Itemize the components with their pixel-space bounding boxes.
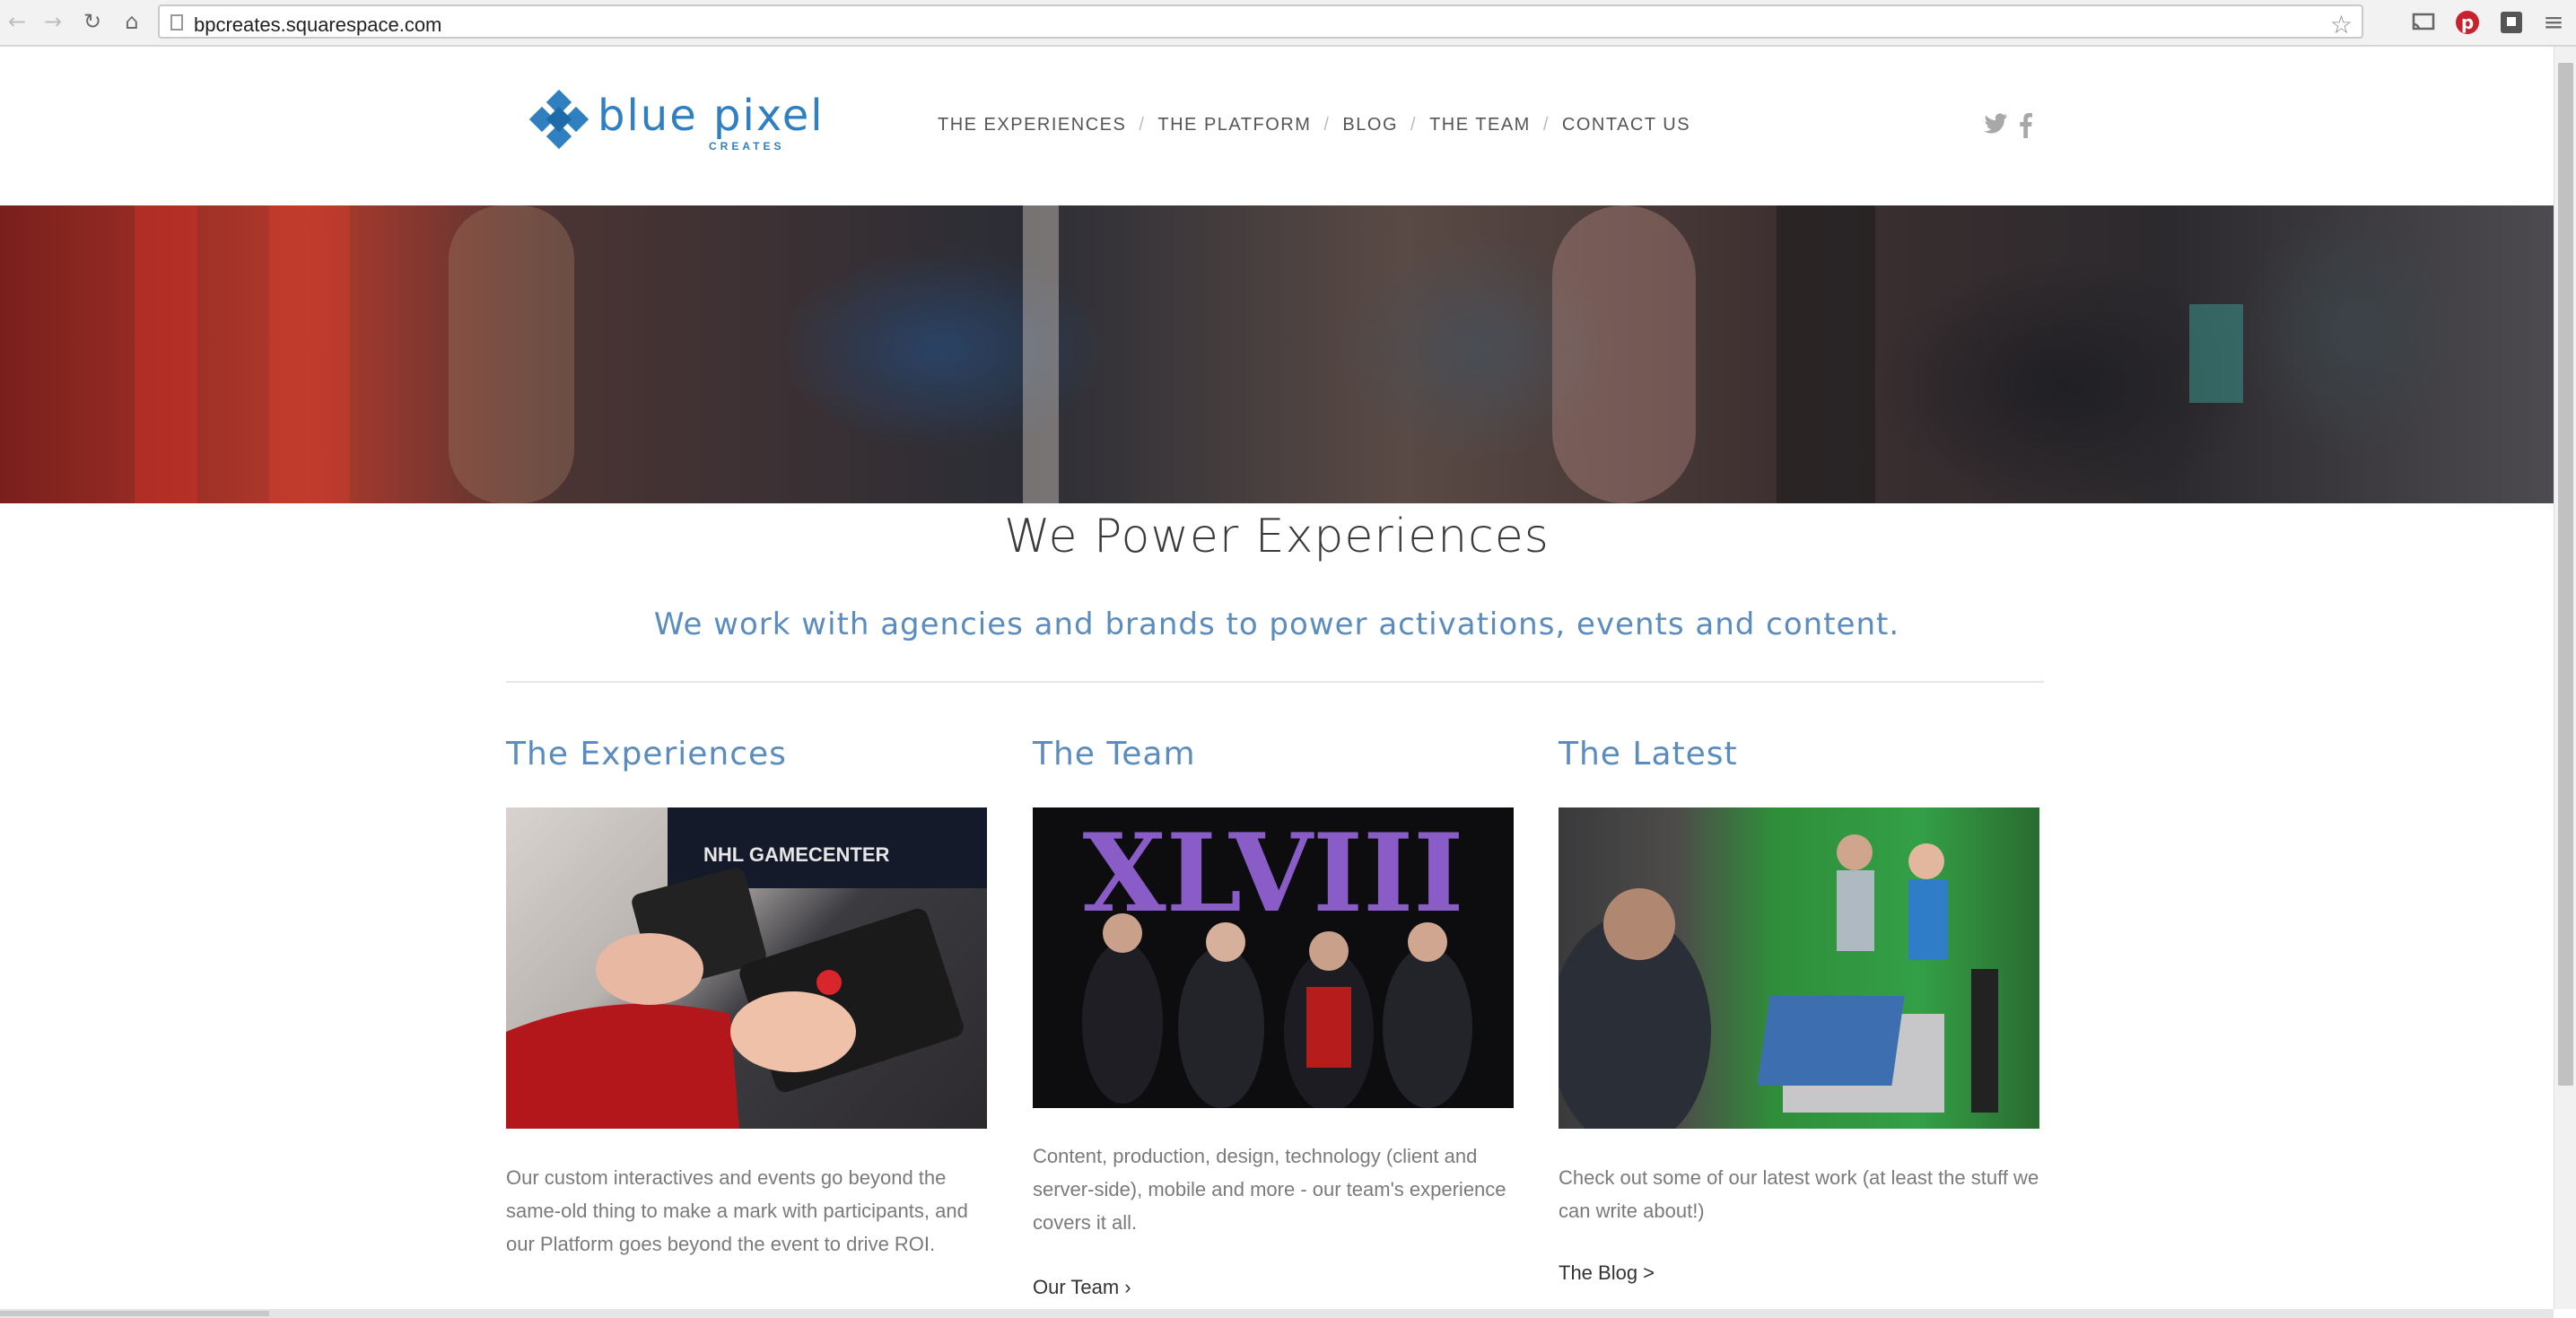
logo-subtext: CREATES	[709, 140, 785, 153]
column-title[interactable]: The Latest	[1559, 736, 2039, 772]
experiences-image-caption: NHL GAMECENTER	[703, 843, 889, 866]
scrollbar-thumb[interactable]	[2558, 63, 2573, 1086]
hero-banner-image	[0, 205, 2554, 503]
pinterest-icon[interactable]: p	[2454, 9, 2481, 36]
nav-separator: /	[1139, 115, 1146, 135]
nav-separator: /	[1323, 115, 1331, 135]
bookmark-star-icon[interactable]: ☆	[2330, 10, 2353, 39]
facebook-icon[interactable]	[2019, 113, 2042, 138]
menu-icon[interactable]: ≡	[2540, 7, 2567, 37]
horizontal-scrollbar[interactable]	[0, 1309, 2554, 1318]
our-team-link[interactable]: Our Team ›	[1033, 1276, 1131, 1299]
nav-experiences[interactable]: THE EXPERIENCES	[938, 115, 1126, 135]
home-icon[interactable]: ⌂	[118, 8, 145, 35]
nav-separator: /	[1542, 115, 1550, 135]
site-logo[interactable]: blue pixel CREATES	[528, 89, 825, 153]
column-title[interactable]: The Team	[1033, 736, 1514, 772]
reload-icon[interactable]: ↻	[79, 8, 106, 35]
team-image[interactable]: XLVIII	[1033, 807, 1514, 1108]
nav-platform[interactable]: THE PLATFORM	[1157, 115, 1311, 135]
url-text[interactable]: bpcreates.squarespace.com	[194, 13, 441, 37]
svg-text:p: p	[2461, 12, 2474, 33]
address-bar[interactable]: bpcreates.squarespace.com ☆	[158, 4, 2363, 39]
logo-text: blue pixel	[598, 91, 825, 141]
page-headline: We Power Experiences	[1004, 510, 1550, 563]
column-title[interactable]: The Experiences	[506, 736, 987, 772]
column-experiences: The Experiences NHL GAMECENTER Our custo…	[506, 736, 987, 1255]
back-icon[interactable]: ←	[4, 8, 31, 35]
nav-separator: /	[1410, 115, 1418, 135]
nav-blog[interactable]: BLOG	[1342, 115, 1398, 135]
logo-diamond-icon	[528, 89, 589, 150]
experiences-image[interactable]: NHL GAMECENTER	[506, 807, 987, 1129]
nav-contact[interactable]: CONTACT US	[1562, 115, 1690, 135]
column-body: Check out some of our latest work (at le…	[1559, 1166, 2039, 1222]
column-body: Content, production, design, technology …	[1033, 1145, 1506, 1234]
divider	[506, 681, 2044, 683]
nav-team[interactable]: THE TEAM	[1429, 115, 1531, 135]
latest-image[interactable]	[1559, 807, 2039, 1129]
blog-link[interactable]: The Blog >	[1559, 1261, 1655, 1285]
page-subhead: We work with agencies and brands to powe…	[653, 607, 1900, 642]
twitter-icon[interactable]	[1983, 113, 2007, 136]
vertical-scrollbar[interactable]	[2554, 47, 2576, 1309]
column-team: The Team XLVIII Content, production, des…	[1033, 736, 1514, 1298]
cast-icon[interactable]	[2410, 9, 2437, 36]
extension-icon[interactable]	[2498, 9, 2525, 36]
team-image-caption: XLVIII	[1083, 810, 1464, 937]
column-latest: The Latest Check out some of our latest …	[1559, 736, 2039, 1284]
scrollbar-thumb[interactable]	[0, 1311, 269, 1316]
page-icon	[170, 14, 183, 31]
forward-icon[interactable]: →	[39, 8, 66, 35]
column-body: Our custom interactives and events go be…	[506, 1166, 968, 1255]
browser-toolbar: ← → ↻ ⌂ bpcreates.squarespace.com ☆ p ≡	[0, 0, 2576, 47]
main-nav: THE EXPERIENCES / THE PLATFORM / BLOG / …	[938, 115, 1690, 135]
